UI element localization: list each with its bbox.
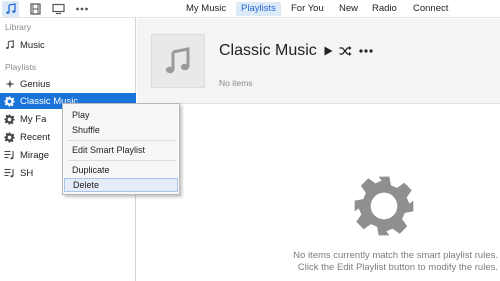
menu-item-delete[interactable]: Delete bbox=[64, 178, 178, 192]
menu-separator bbox=[68, 140, 176, 141]
tab-connect[interactable]: Connect bbox=[408, 2, 453, 16]
play-button[interactable] bbox=[323, 44, 333, 58]
shuffle-icon bbox=[339, 46, 351, 56]
menu-item-edit-smart-playlist[interactable]: Edit Smart Playlist bbox=[64, 143, 178, 157]
sidebar-item-label: Mirage bbox=[20, 149, 50, 161]
tv-media-button[interactable] bbox=[50, 1, 67, 17]
empty-state-line: Click the Edit Playlist button to modify… bbox=[297, 262, 498, 273]
sidebar-item-music[interactable]: Music bbox=[0, 37, 136, 53]
music-note-icon bbox=[4, 40, 15, 51]
tab-playlists[interactable]: Playlists bbox=[236, 2, 281, 16]
tab-for-you[interactable]: For You bbox=[286, 2, 329, 16]
tab-my-music[interactable]: My Music bbox=[181, 2, 231, 16]
tv-icon bbox=[52, 3, 65, 15]
music-media-button[interactable] bbox=[2, 1, 19, 17]
empty-state-line: No items currently match the smart playl… bbox=[293, 250, 498, 261]
more-icon bbox=[75, 7, 88, 11]
sidebar-item-label: Recent bbox=[20, 131, 51, 143]
gear-icon bbox=[4, 113, 15, 125]
music-note-icon bbox=[165, 47, 190, 74]
gear-icon bbox=[4, 131, 15, 143]
playlist-artwork bbox=[151, 34, 205, 88]
playlist-icon bbox=[4, 150, 15, 161]
more-icon bbox=[359, 49, 373, 53]
menu-item-duplicate[interactable]: Duplicate bbox=[64, 163, 178, 177]
sidebar-item-label: Genius bbox=[20, 78, 51, 90]
shuffle-button[interactable] bbox=[338, 44, 352, 58]
playlist-item-count: No items bbox=[219, 78, 253, 88]
context-menu: Play Shuffle Edit Smart Playlist Duplica… bbox=[62, 103, 180, 195]
menu-separator bbox=[68, 160, 176, 161]
sidebar-item-genius[interactable]: Genius bbox=[0, 76, 136, 92]
empty-state-message: No items currently match the smart playl… bbox=[262, 250, 498, 274]
music-note-icon bbox=[5, 3, 16, 14]
sidebar-item-label: My Fa bbox=[20, 113, 47, 125]
library-heading: Library bbox=[5, 22, 31, 32]
genius-icon bbox=[4, 79, 15, 90]
gear-icon bbox=[4, 95, 15, 107]
movies-media-button[interactable] bbox=[27, 1, 44, 17]
top-toolbar: My Music Playlists For You New Radio Con… bbox=[0, 0, 500, 18]
playlist-title: Classic Music bbox=[219, 42, 317, 59]
more-options-button[interactable] bbox=[358, 44, 374, 58]
tab-radio[interactable]: Radio bbox=[367, 2, 402, 16]
play-icon bbox=[324, 46, 332, 56]
menu-item-shuffle[interactable]: Shuffle bbox=[64, 123, 178, 137]
more-media-button[interactable] bbox=[73, 1, 90, 17]
sidebar-item-label: Music bbox=[20, 39, 45, 51]
sidebar-item-label: SH bbox=[20, 167, 34, 179]
gear-icon bbox=[354, 176, 414, 236]
tab-new[interactable]: New bbox=[334, 2, 363, 16]
film-icon bbox=[30, 3, 41, 15]
playlist-icon bbox=[4, 168, 15, 179]
menu-item-play[interactable]: Play bbox=[64, 108, 178, 122]
playlists-heading: Playlists bbox=[5, 62, 37, 72]
